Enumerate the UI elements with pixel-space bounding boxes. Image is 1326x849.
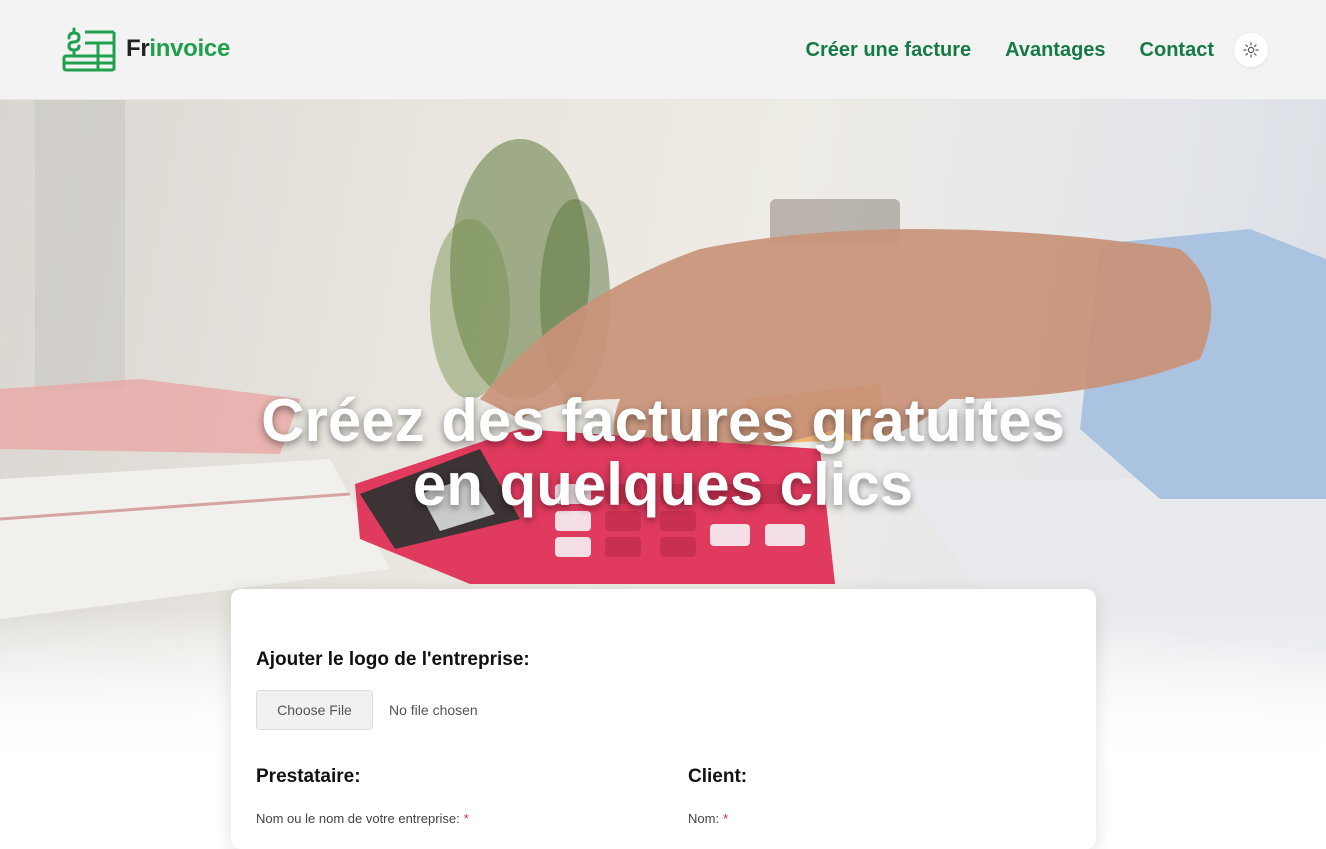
required-mark: * [723, 811, 729, 826]
required-mark: * [463, 811, 469, 826]
provider-name-label: Nom ou le nom de votre entreprise: * [256, 811, 469, 826]
hero-title-line1: Créez des factures gratuites [261, 387, 1065, 455]
brand-suffix: invoice [149, 35, 231, 62]
invoice-logo-icon [62, 27, 116, 72]
hero-title-line2: en quelques clics [412, 451, 914, 519]
choose-file-button[interactable]: Choose File [256, 690, 373, 730]
file-status-text: No file chosen [389, 702, 478, 718]
client-name-label-text: Nom: [688, 811, 720, 826]
nav-create-invoice[interactable]: Créer une facture [806, 39, 972, 62]
nav-advantages[interactable]: Avantages [1005, 39, 1105, 62]
sun-icon [1243, 42, 1259, 58]
main-nav: Créer une facture Avantages Contact [806, 33, 1268, 67]
brand-logo[interactable]: Frinvoice [60, 26, 230, 72]
client-section-title: Client: [688, 766, 748, 787]
brand-prefix: Fr [126, 35, 150, 62]
brand-name: Frinvoice [126, 35, 230, 63]
logo-file-input: Choose File No file chosen [256, 690, 478, 730]
provider-section-title: Prestataire: [256, 766, 361, 787]
client-name-label: Nom: * [688, 811, 728, 826]
provider-name-label-text: Nom ou le nom de votre entreprise: [256, 811, 460, 826]
theme-toggle-button[interactable] [1234, 33, 1268, 67]
nav-contact[interactable]: Contact [1140, 39, 1214, 62]
site-header: Frinvoice Créer une facture Avantages Co… [0, 0, 1326, 100]
hero-title: Créez des factures gratuites en quelques… [0, 389, 1326, 517]
logo-section-title: Ajouter le logo de l'entreprise: [256, 649, 530, 670]
invoice-form-card: Ajouter le logo de l'entreprise: Choose … [231, 589, 1096, 849]
